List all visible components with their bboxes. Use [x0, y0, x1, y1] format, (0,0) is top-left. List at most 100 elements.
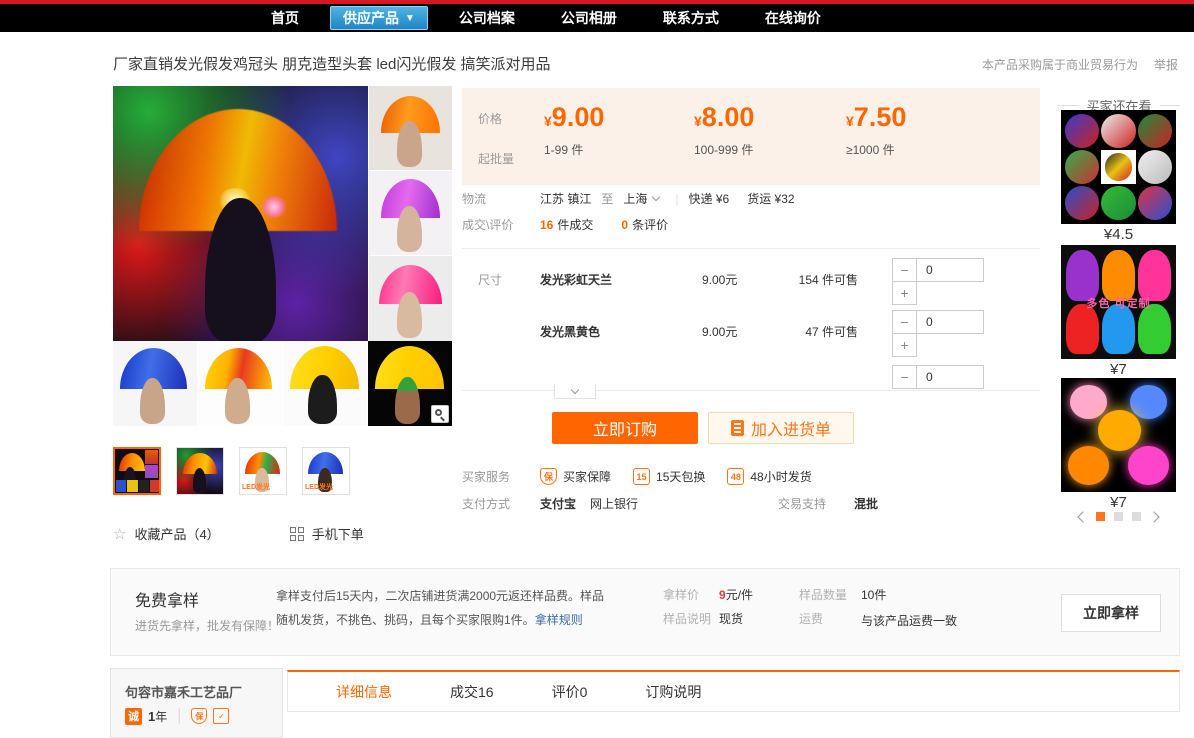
chevron-down-icon[interactable]	[652, 193, 660, 201]
tab-order-instructions[interactable]: 订购说明	[645, 682, 701, 702]
mannequin-head	[397, 206, 422, 252]
expand-sku-button[interactable]	[554, 383, 596, 399]
sample-subtitle: 进货先拿样，批发有保障！	[135, 617, 279, 634]
product-image-main[interactable]	[113, 86, 368, 341]
quantity-input[interactable]	[916, 310, 984, 334]
quantity-input[interactable]	[916, 365, 984, 389]
deal-count-suffix: 件成交	[557, 216, 593, 233]
minus-button[interactable]: −	[892, 258, 917, 282]
tier-qty: 100-999 件	[694, 141, 754, 158]
plus-button[interactable]: +	[892, 281, 917, 305]
thumbnail-2[interactable]	[176, 447, 224, 495]
mobile-order-link[interactable]: 手机下单	[312, 524, 364, 543]
sku-label: 尺寸	[478, 271, 502, 288]
trade-notice: 本产品采购属于商业贸易行为 举报	[982, 56, 1178, 73]
recommend-item-2-price: ¥7	[1061, 361, 1176, 378]
thumbnail-4[interactable]: LED发光	[302, 447, 350, 495]
recommend-item-2-image[interactable]: 多色 可定制	[1061, 245, 1176, 359]
tab-deals[interactable]: 成交16	[450, 682, 494, 702]
nav-item-company-profile[interactable]: 公司档案	[436, 4, 538, 32]
chevron-down-icon	[571, 385, 579, 393]
tier-qty: 1-99 件	[544, 141, 604, 158]
add-to-cart-button[interactable]: 加入进货单	[708, 412, 854, 444]
report-link[interactable]: 举报	[1154, 56, 1178, 73]
clipboard-icon	[731, 420, 744, 436]
product-image-bottom-4[interactable]	[368, 341, 452, 426]
favorite-product-link[interactable]: 收藏产品（4）	[134, 524, 219, 543]
divider: |	[177, 707, 181, 725]
thumbnail-1-selected[interactable]	[113, 447, 161, 495]
nav-item-home[interactable]: 首页	[248, 4, 322, 32]
minus-button[interactable]: −	[892, 310, 917, 334]
pager-dot-1-active[interactable]	[1096, 512, 1105, 521]
sku-name: 发光黑黄色	[540, 323, 600, 340]
review-count-suffix[interactable]: 条评价	[632, 216, 668, 233]
credit-years: 1年	[148, 708, 167, 725]
order-now-button[interactable]: 立即订购	[552, 412, 698, 444]
express-fee: 快递 ¥6	[689, 190, 730, 207]
chevron-down-icon: ▼	[405, 13, 415, 24]
pager-dot-3[interactable]	[1132, 512, 1141, 521]
get-sample-button[interactable]: 立即拿样	[1061, 594, 1161, 632]
led-glow	[261, 196, 287, 218]
tab-detail-info[interactable]: 详细信息	[336, 682, 392, 702]
main-wig-graphic	[113, 86, 368, 341]
logistics-destination-select[interactable]: 上海	[623, 190, 647, 207]
tab-reviews[interactable]: 评价0	[552, 682, 588, 702]
zoom-icon[interactable]	[431, 405, 449, 423]
minus-button[interactable]: −	[892, 365, 917, 389]
company-card: 句容市嘉禾工艺品厂 诚 1年 | 保 ✓	[110, 668, 283, 738]
product-image-bottom-2[interactable]	[198, 341, 282, 426]
credit-badge-icon: 诚	[125, 708, 142, 725]
buyer-services-row: 买家服务 保 买家保障 15 15天包换 48 48小时发货	[462, 468, 834, 485]
payment-row: 支付方式 支付宝 网上银行 交易支持 混批	[462, 495, 878, 512]
payment-label: 支付方式	[462, 495, 540, 512]
product-image-bottom-3[interactable]	[283, 341, 367, 426]
buyer-services-label: 买家服务	[462, 468, 540, 485]
top-nav: 首页 供应产品 ▼ 公司档案 公司相册 联系方式 在线询价	[0, 0, 1194, 32]
moq-label: 起批量	[478, 150, 514, 167]
company-name[interactable]: 句容市嘉禾工艺品厂	[125, 682, 242, 701]
price-tier-2: ¥8.00 100-999 件	[694, 102, 754, 158]
chevron-left-icon[interactable]	[1077, 511, 1088, 522]
company-badges: 诚 1年 | 保 ✓	[125, 707, 229, 725]
calendar-icon: 15	[633, 468, 650, 485]
sample-desc-line2: 随机发货，不挑色、挑码，且每个买家限购1件。	[276, 613, 535, 627]
alipay-option: 支付宝	[540, 495, 576, 512]
service-15day-exchange: 15 15天包换	[633, 468, 705, 485]
price-label: 价格	[478, 110, 502, 127]
nav-item-contact[interactable]: 联系方式	[640, 4, 742, 32]
currency-symbol: ¥	[846, 113, 854, 129]
product-detail: 价格 起批量 ¥9.00 1-99 件 ¥8.00 100-999 件 ¥7.5…	[462, 88, 1040, 520]
product-image-side-1[interactable]	[369, 86, 452, 170]
divider: |	[675, 192, 678, 206]
plus-button[interactable]: +	[892, 333, 917, 357]
collage-cells	[145, 450, 158, 478]
product-image-side-3[interactable]	[369, 256, 452, 341]
credit-years-suffix: 年	[155, 710, 167, 724]
sku-list: 尺寸 发光彩虹天兰 9.00元 154 件可售 − + 发光黑黄色 9.00元 …	[462, 255, 1040, 390]
overlay-text: 多色 可定制	[1061, 295, 1176, 311]
sample-desc-value: 现货	[719, 610, 743, 627]
nav-item-company-album[interactable]: 公司相册	[538, 4, 640, 32]
logistics-from: 江苏 镇江	[540, 190, 591, 207]
sample-title: 免费拿样	[135, 587, 199, 611]
product-image-side-2[interactable]	[369, 171, 452, 255]
nav-item-inquiry[interactable]: 在线询价	[742, 4, 844, 32]
recommend-item-1-image[interactable]	[1061, 110, 1176, 224]
pager-dot-2[interactable]	[1114, 512, 1123, 521]
nav-item-products-dropdown[interactable]: 供应产品 ▼	[330, 6, 428, 30]
sample-price-unit: 元/件	[726, 588, 753, 602]
recommend-item-3-image[interactable]	[1061, 378, 1176, 492]
quantity-input[interactable]	[916, 258, 984, 282]
chevron-right-icon[interactable]	[1148, 511, 1159, 522]
thumbnail-3[interactable]: LED发光	[239, 447, 287, 495]
product-image-bottom-1[interactable]	[113, 341, 197, 426]
service-text: 48小时发货	[750, 468, 811, 485]
sample-rules-link[interactable]: 拿样规则	[535, 613, 583, 627]
divider	[462, 248, 1040, 249]
deals-label: 成交\评价	[462, 216, 540, 233]
led-label: LED发光	[242, 482, 270, 492]
shield-icon: 保	[540, 468, 557, 485]
currency-symbol: ¥	[544, 113, 552, 129]
